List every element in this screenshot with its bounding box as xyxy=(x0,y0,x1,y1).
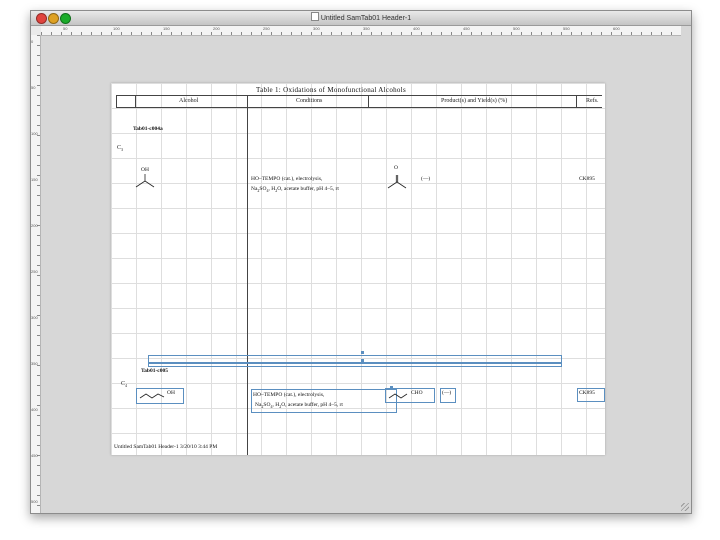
v-ruler-label: 150 xyxy=(31,177,38,182)
selection-box[interactable] xyxy=(148,355,562,363)
v-ruler-label: 50 xyxy=(31,85,36,90)
row1-oh-label: OH xyxy=(141,167,149,173)
selection-box-lower[interactable] xyxy=(148,363,562,367)
row2-oh-label: OH xyxy=(167,390,175,396)
resize-grip[interactable] xyxy=(681,503,689,511)
row2-product-label: CHO xyxy=(411,390,423,396)
h-ruler-label: 50 xyxy=(63,26,68,31)
h-ruler-label: 150 xyxy=(163,26,170,31)
row1-carbon-count[interactable]: C3 xyxy=(117,145,123,152)
column-divider xyxy=(116,96,117,107)
v-ruler-label: 450 xyxy=(31,453,38,458)
h-ruler-label: 250 xyxy=(263,26,270,31)
selection-handle[interactable] xyxy=(361,359,364,362)
column-divider xyxy=(576,96,577,107)
v-ruler-label: 100 xyxy=(31,131,38,136)
v-ruler-label: 350 xyxy=(31,361,38,366)
page-footer: Untitled SamTab01 Header-1 3/20/10 3:44 … xyxy=(114,444,218,450)
window-title-text: Untitled SamTab01 Header-1 xyxy=(320,15,412,22)
horizontal-ruler[interactable]: 50 100 150 200 250 300 350 400 450 500 5… xyxy=(41,26,681,36)
h-ruler-label: 600 xyxy=(613,26,620,31)
header-refs[interactable]: Refs. xyxy=(586,98,599,104)
h-ruler-label: 450 xyxy=(463,26,470,31)
row1-ref[interactable]: CK895 xyxy=(579,176,595,182)
row2-carbon-count[interactable]: C4 xyxy=(121,381,127,388)
column-divider xyxy=(135,96,136,107)
h-ruler-label: 300 xyxy=(313,26,320,31)
header-bottom-rule xyxy=(116,107,602,108)
document-icon xyxy=(310,12,319,21)
h-ruler-label: 100 xyxy=(113,26,120,31)
h-ruler-label: 200 xyxy=(213,26,220,31)
v-ruler-label: 200 xyxy=(31,223,38,228)
vertical-ruler[interactable]: 0 50 100 150 200 250 300 350 400 450 500 xyxy=(31,35,41,513)
v-ruler-label: 250 xyxy=(31,269,38,274)
h-ruler-label: 550 xyxy=(563,26,570,31)
header-products[interactable]: Product(s) and Yield(s) (%) xyxy=(441,98,507,104)
v-ruler-label: 0 xyxy=(31,39,34,44)
row1-conditions-line1[interactable]: HO–TEMPO (cat.), electrolysis, xyxy=(251,176,322,182)
row1-tag[interactable]: Tab01-c004a xyxy=(133,126,163,132)
row2-carbon-subscript: 4 xyxy=(125,383,128,389)
row1-carbon-subscript: 3 xyxy=(121,147,124,153)
row2-tag[interactable]: Tab01-c005 xyxy=(141,368,168,374)
header-conditions[interactable]: Conditions xyxy=(296,98,322,104)
row1-oxygen-label: O xyxy=(394,165,398,171)
table-title[interactable]: Table 1: Oxidations of Monofunctional Al… xyxy=(256,86,406,94)
v-ruler-label: 500 xyxy=(31,499,38,504)
row2-conditions-line1[interactable]: HO–TEMPO (cat.), electrolysis, xyxy=(253,392,324,398)
row2-aldehyde-structure[interactable] xyxy=(388,391,412,401)
column-divider xyxy=(368,96,369,107)
row2-ref[interactable]: CK895 xyxy=(579,390,595,396)
row2-conditions-line2[interactable]: Na2SO4, H2O, acetate buffer, pH 4–5, rt xyxy=(255,402,343,409)
vertical-ruler-ticks xyxy=(37,35,40,513)
row1-yield[interactable]: (—) xyxy=(421,176,430,182)
header-alcohol[interactable]: Alcohol xyxy=(179,98,198,104)
row1-conditions-line2[interactable]: Na2SO4, H2O, acetate buffer, pH 4–5, rt xyxy=(251,186,339,193)
v-ruler-label: 300 xyxy=(31,315,38,320)
h-ruler-label: 350 xyxy=(363,26,370,31)
v-ruler-label: 400 xyxy=(31,407,38,412)
horizontal-ruler-ticks xyxy=(41,32,681,35)
row1-cond-text: O, acetate buffer, pH 4–5, rt xyxy=(277,186,339,192)
header-top-rule xyxy=(116,95,602,96)
selection-handle[interactable] xyxy=(361,351,364,354)
row2-yield[interactable]: (—) xyxy=(442,390,451,396)
column-divider-main xyxy=(247,96,248,455)
title-bar[interactable]: Untitled SamTab01 Header-1 xyxy=(31,11,691,26)
row2-cond-text: O, acetate buffer, pH 4–5, rt xyxy=(281,402,343,408)
h-ruler-label: 500 xyxy=(513,26,520,31)
h-ruler-label: 400 xyxy=(413,26,420,31)
document-window: Untitled SamTab01 Header-1 50 100 150 20… xyxy=(30,10,692,514)
window-title: Untitled SamTab01 Header-1 xyxy=(31,12,691,22)
row1-ketone-structure[interactable] xyxy=(383,165,413,195)
document-page[interactable]: Table 1: Oxidations of Monofunctional Al… xyxy=(111,83,605,455)
